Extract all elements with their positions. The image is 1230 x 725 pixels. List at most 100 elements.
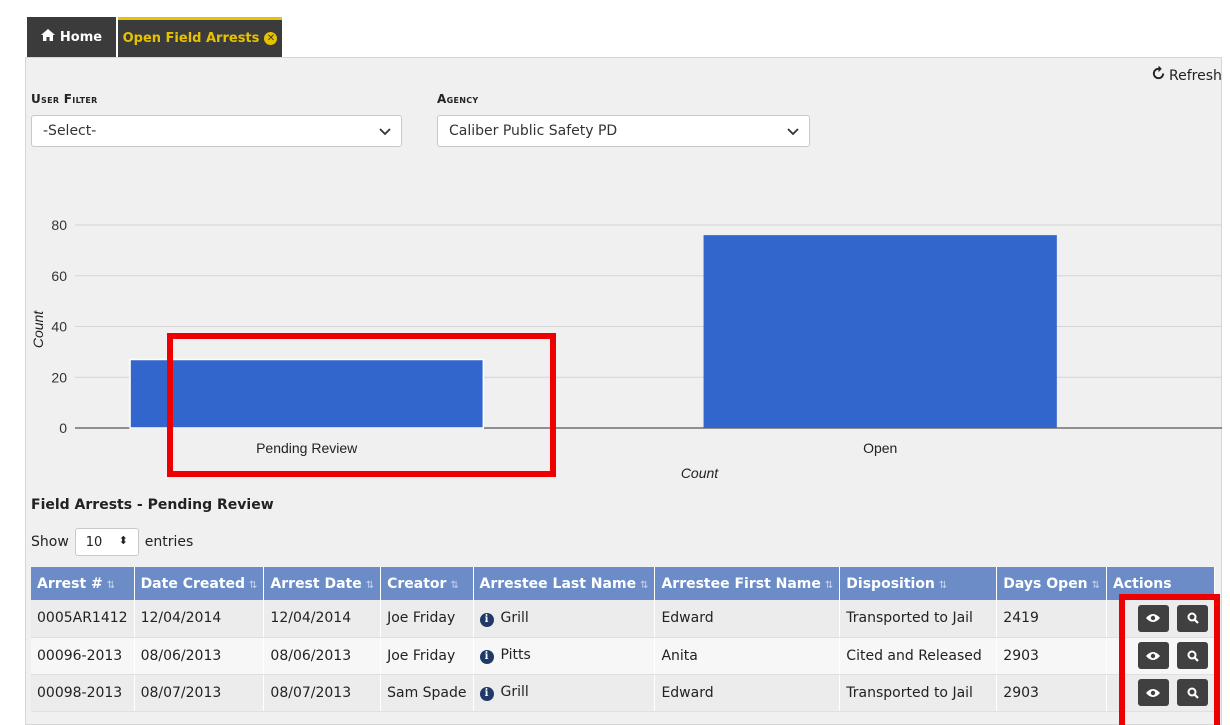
- user-filter-label: User Filter: [31, 92, 98, 106]
- y-tick-label: 0: [59, 420, 67, 436]
- x-tick-label: Pending Review: [256, 440, 358, 456]
- bar-chart: 0 20 40 60 80 Pending Review Open Count Count: [30, 217, 1222, 481]
- sort-icon: ⇅: [640, 579, 649, 591]
- cell-arrest-number: 00096-2013: [31, 637, 135, 675]
- home-icon: [40, 29, 55, 45]
- cell-actions: [1106, 637, 1215, 675]
- info-icon[interactable]: i: [479, 612, 494, 627]
- x-axis-label: Count: [681, 465, 719, 481]
- sort-icon: ⇅: [450, 579, 459, 591]
- agency-value: Caliber Public Safety PD: [449, 123, 618, 139]
- cell-arrest-number: 00098-2013: [31, 674, 135, 712]
- cell-last-name: i Grill: [473, 600, 656, 638]
- refresh-label: Refresh: [1169, 67, 1222, 84]
- tab-home-label: Home: [59, 29, 103, 45]
- cell-arrest-date: 08/07/2013: [263, 674, 382, 712]
- view-button[interactable]: [1137, 604, 1169, 632]
- cell-date-created: 12/04/2014: [134, 600, 265, 638]
- table-row[interactable]: 00096-2013 08/06/2013 08/06/2013 Joe Fri…: [31, 637, 1215, 675]
- table-header-row: Arrest # ⇅ Date Created ⇅ Arrest Date ⇅ Cre…: [31, 567, 1215, 600]
- cell-days-open: 2903: [996, 674, 1108, 712]
- col-date-created[interactable]: Date Created ⇅: [134, 567, 265, 600]
- agency-label: Agency: [437, 92, 479, 106]
- col-arrest-date[interactable]: Arrest Date ⇅: [263, 567, 382, 600]
- y-tick-label: 20: [51, 369, 67, 385]
- cell-last-name: i Grill: [473, 674, 656, 712]
- view-button[interactable]: [1137, 642, 1169, 669]
- sort-icon: ⇅: [249, 579, 258, 591]
- chevron-down-icon: [377, 123, 393, 139]
- col-days-open[interactable]: Days Open ⇅: [996, 567, 1108, 600]
- cell-disposition: Transported to Jail: [839, 600, 998, 638]
- cell-days-open: 2903: [996, 637, 1108, 675]
- table-row[interactable]: 0005AR1412 12/04/2014 12/04/2014 Joe Fri…: [31, 600, 1215, 638]
- cell-creator: Sam Spade: [380, 674, 474, 712]
- eye-icon: [1146, 651, 1161, 660]
- agency-select[interactable]: Caliber Public Safety PD: [437, 115, 810, 147]
- cell-arrest-date: 12/04/2014: [263, 600, 382, 638]
- show-label: Show: [31, 534, 69, 550]
- arrests-table: Arrest # ⇅ Date Created ⇅ Arrest Date ⇅ Cre…: [31, 567, 1215, 712]
- cell-date-created: 08/07/2013: [134, 674, 265, 712]
- tab-open-label: Open Field Arrests: [122, 31, 260, 46]
- show-entries-control: Show 10 ⬍ entries: [31, 528, 193, 556]
- refresh-icon: [1151, 65, 1166, 85]
- eye-icon: [1146, 688, 1161, 697]
- info-icon[interactable]: i: [479, 687, 494, 701]
- bar-open: [703, 235, 1057, 428]
- col-arrest-number[interactable]: Arrest # ⇅: [31, 567, 135, 600]
- chevron-down-icon: [785, 123, 801, 139]
- cell-first-name: Edward: [654, 600, 841, 638]
- tab-open-field-arrests[interactable]: Open Field Arrests ✕: [118, 17, 282, 57]
- sort-updown-icon: ⬍: [118, 534, 128, 547]
- y-axis-label: Count: [30, 310, 46, 348]
- user-filter-select[interactable]: -Select-: [31, 115, 402, 147]
- tab-home[interactable]: Home: [27, 17, 116, 57]
- eye-icon: [1146, 614, 1161, 623]
- table-row[interactable]: 00098-2013 08/07/2013 08/07/2013 Sam Spa…: [31, 674, 1215, 712]
- close-icon[interactable]: ✕: [264, 32, 278, 45]
- cell-arrest-number: 0005AR1412: [31, 600, 135, 638]
- cell-last-name: i Pitts: [473, 637, 656, 675]
- y-tick-label: 80: [51, 217, 67, 233]
- view-button[interactable]: [1137, 679, 1169, 706]
- sort-icon: ⇅: [365, 579, 375, 591]
- sort-icon: ⇅: [1091, 579, 1101, 591]
- cell-creator: Joe Friday: [380, 637, 474, 675]
- col-arrestee-first-name[interactable]: Arrestee First Name ⇅: [654, 567, 841, 600]
- cell-arrest-date: 08/06/2013: [263, 637, 382, 675]
- col-disposition[interactable]: Disposition ⇅: [839, 567, 998, 600]
- cell-actions: [1106, 674, 1215, 712]
- search-button[interactable]: [1177, 642, 1208, 669]
- cell-disposition: Cited and Released: [839, 637, 998, 675]
- user-filter-value: -Select-: [43, 123, 97, 139]
- cell-days-open: 2419: [996, 600, 1108, 638]
- entries-value: 10: [85, 534, 103, 550]
- info-icon[interactable]: i: [479, 650, 494, 664]
- cell-date-created: 08/06/2013: [134, 637, 265, 675]
- table-section-title: Field Arrests - Pending Review: [31, 497, 274, 513]
- search-button[interactable]: [1177, 604, 1208, 632]
- col-arrestee-last-name[interactable]: Arrestee Last Name ⇅: [473, 567, 656, 600]
- sort-icon: ⇅: [824, 579, 834, 591]
- cell-actions: [1106, 600, 1215, 638]
- x-tick-label: Open: [863, 440, 897, 456]
- sort-icon: ⇅: [106, 579, 116, 591]
- search-icon: [1187, 687, 1199, 699]
- cell-disposition: Transported to Jail: [839, 674, 998, 712]
- search-icon: [1187, 650, 1199, 662]
- cell-first-name: Anita: [654, 637, 841, 675]
- y-tick-label: 40: [51, 319, 67, 335]
- search-icon: [1187, 612, 1199, 625]
- y-tick-label: 60: [51, 268, 67, 284]
- tab-bar: Home Open Field Arrests ✕: [0, 0, 1230, 58]
- bar-pending-review: [129, 358, 485, 429]
- entries-label: entries: [144, 534, 194, 550]
- col-creator[interactable]: Creator ⇅: [380, 567, 474, 600]
- entries-select[interactable]: 10 ⬍: [74, 528, 139, 556]
- search-button[interactable]: [1177, 679, 1208, 706]
- refresh-button[interactable]: Refresh: [1151, 65, 1222, 85]
- sort-icon: ⇅: [938, 579, 948, 591]
- cell-creator: Joe Friday: [380, 600, 474, 638]
- cell-first-name: Edward: [654, 674, 841, 712]
